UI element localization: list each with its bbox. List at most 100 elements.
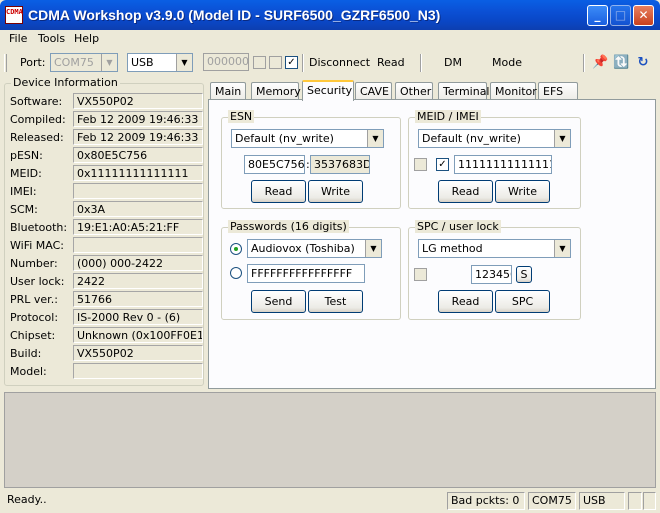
spc-button[interactable]: SPC bbox=[495, 290, 550, 313]
meid-checkbox-1[interactable] bbox=[414, 158, 427, 171]
port-select[interactable]: COM75 ▼ bbox=[50, 53, 118, 72]
code-input[interactable]: 000000 bbox=[203, 53, 249, 71]
maximize-button[interactable]: □ bbox=[610, 5, 631, 26]
spc-read-button[interactable]: Read bbox=[438, 290, 493, 313]
info-row: pESN: 0x80E5C756 bbox=[10, 147, 203, 164]
info-row: PRL ver.: 51766 bbox=[10, 291, 203, 308]
info-row: User lock: 2422 bbox=[10, 273, 203, 290]
info-value[interactable]: IS-2000 Rev 0 - (6) bbox=[73, 309, 203, 325]
info-row: Released: Feb 12 2009 19:46:33 bbox=[10, 129, 203, 146]
tab-cave[interactable]: CAVE bbox=[355, 82, 392, 100]
info-value[interactable]: Feb 12 2009 19:46:33 bbox=[73, 129, 203, 145]
esn-method-select[interactable]: Default (nv_write) ▼ bbox=[231, 129, 384, 148]
info-label: SCM: bbox=[10, 203, 38, 216]
toolbar-checkbox-3[interactable]: ✓ bbox=[285, 56, 298, 69]
menu-help[interactable]: Help bbox=[74, 32, 99, 45]
esn-read-button[interactable]: Read bbox=[251, 180, 306, 203]
minimize-button[interactable]: _ bbox=[587, 5, 608, 26]
meid-checkbox-2[interactable]: ✓ bbox=[436, 158, 449, 171]
info-label: Released: bbox=[10, 131, 64, 144]
spc-method-select[interactable]: LG method ▼ bbox=[418, 239, 571, 258]
password-preset-select[interactable]: Audiovox (Toshiba) ▼ bbox=[247, 239, 382, 258]
close-button[interactable]: ✕ bbox=[633, 5, 654, 26]
pin-icon[interactable]: 📌 bbox=[592, 55, 608, 71]
esn-dec-field[interactable]: 3537683D bbox=[310, 155, 370, 174]
info-label: User lock: bbox=[10, 275, 65, 288]
info-value[interactable]: 51766 bbox=[73, 291, 203, 307]
info-value[interactable]: VX550P02 bbox=[73, 93, 203, 109]
info-value[interactable]: Feb 12 2009 19:46:33 bbox=[73, 111, 203, 127]
info-label: Software: bbox=[10, 95, 63, 108]
info-value[interactable]: VX550P02 bbox=[73, 345, 203, 361]
log-pane[interactable] bbox=[4, 392, 656, 488]
device-info-title: Device Information bbox=[11, 76, 120, 89]
info-value[interactable]: Unknown (0x100FF0E1) bbox=[73, 327, 203, 343]
read-button[interactable]: Read bbox=[377, 56, 405, 69]
chevron-down-icon: ▼ bbox=[101, 54, 117, 71]
connection-select[interactable]: USB ▼ bbox=[127, 53, 193, 72]
password-send-button[interactable]: Send bbox=[251, 290, 306, 313]
info-label: Chipset: bbox=[10, 329, 56, 342]
info-row: Compiled: Feb 12 2009 19:46:33 bbox=[10, 111, 203, 128]
meid-field[interactable]: 11111111111111 bbox=[454, 155, 552, 174]
info-value[interactable]: (000) 000-2422 bbox=[73, 255, 203, 271]
meid-read-button[interactable]: Read bbox=[438, 180, 493, 203]
esn-write-button[interactable]: Write bbox=[308, 180, 363, 203]
tab-main[interactable]: Main bbox=[210, 82, 246, 100]
meid-write-button[interactable]: Write bbox=[495, 180, 550, 203]
status-bar: Ready.. Bad pckts: 0 COM75 USB bbox=[0, 490, 660, 513]
info-row: Number: (000) 000-2422 bbox=[10, 255, 203, 272]
toolbar: Port: COM75 ▼ USB ▼ 000000 ✓ Disconnect … bbox=[0, 50, 660, 76]
info-value[interactable] bbox=[73, 183, 203, 199]
spc-field[interactable]: 123456 bbox=[471, 265, 512, 284]
status-indicator-1 bbox=[628, 492, 642, 510]
meid-method-select[interactable]: Default (nv_write) ▼ bbox=[418, 129, 571, 148]
spc-s-button[interactable]: S bbox=[516, 266, 532, 283]
mode-button[interactable]: Mode bbox=[492, 56, 522, 69]
menu-tools[interactable]: Tools bbox=[38, 32, 65, 45]
info-value[interactable]: 19:E1:A0:A5:21:FF bbox=[73, 219, 203, 235]
info-value[interactable] bbox=[73, 363, 203, 379]
status-connection: USB bbox=[579, 492, 625, 510]
toolbar-checkbox-1[interactable] bbox=[253, 56, 266, 69]
info-label: Model: bbox=[10, 365, 47, 378]
tab-efs[interactable]: EFS bbox=[538, 82, 578, 100]
chevron-down-icon: ▼ bbox=[554, 130, 570, 147]
info-row: Software: VX550P02 bbox=[10, 93, 203, 110]
info-value[interactable]: 0x80E5C756 bbox=[73, 147, 203, 163]
toolbar-separator bbox=[583, 54, 585, 72]
custom-password-field[interactable]: FFFFFFFFFFFFFFFF bbox=[247, 264, 365, 283]
esn-hex-field[interactable]: 80E5C756 bbox=[244, 155, 305, 174]
refresh-icon[interactable]: 🔃 bbox=[613, 55, 629, 71]
dm-button[interactable]: DM bbox=[444, 56, 462, 69]
meid-method-value: Default (nv_write) bbox=[422, 132, 521, 145]
info-label: Protocol: bbox=[10, 311, 59, 324]
tab-other[interactable]: Other bbox=[395, 82, 433, 100]
reload-icon[interactable]: ↻ bbox=[635, 55, 651, 71]
custom-password-radio[interactable] bbox=[230, 267, 242, 279]
password-test-button[interactable]: Test bbox=[308, 290, 363, 313]
preset-password-radio[interactable] bbox=[230, 243, 242, 255]
info-label: Build: bbox=[10, 347, 42, 360]
info-value[interactable] bbox=[73, 237, 203, 253]
info-value[interactable]: 2422 bbox=[73, 273, 203, 289]
info-row: Chipset: Unknown (0x100FF0E1) bbox=[10, 327, 203, 344]
tab-memory[interactable]: Memory bbox=[251, 82, 301, 100]
menu-file[interactable]: File bbox=[9, 32, 27, 45]
info-label: IMEI: bbox=[10, 185, 37, 198]
spc-title: SPC / user lock bbox=[415, 220, 501, 233]
disconnect-button[interactable]: Disconnect bbox=[309, 56, 370, 69]
tab-terminal[interactable]: Terminal bbox=[438, 82, 490, 100]
toolbar-grip[interactable] bbox=[4, 54, 7, 72]
tab-security[interactable]: Security bbox=[302, 80, 354, 101]
spc-checkbox[interactable] bbox=[414, 268, 427, 281]
tab-monitor[interactable]: Monitor bbox=[490, 82, 537, 100]
status-text: Ready.. bbox=[7, 493, 47, 506]
toolbar-checkbox-2[interactable] bbox=[269, 56, 282, 69]
passwords-title: Passwords (16 digits) bbox=[228, 220, 349, 233]
tab-strip: Main Memory Security CAVE Other Terminal… bbox=[210, 80, 656, 101]
info-value[interactable]: 0x11111111111111 bbox=[73, 165, 203, 181]
info-label: Number: bbox=[10, 257, 58, 270]
info-value[interactable]: 0x3A bbox=[73, 201, 203, 217]
info-row: Protocol: IS-2000 Rev 0 - (6) bbox=[10, 309, 203, 326]
